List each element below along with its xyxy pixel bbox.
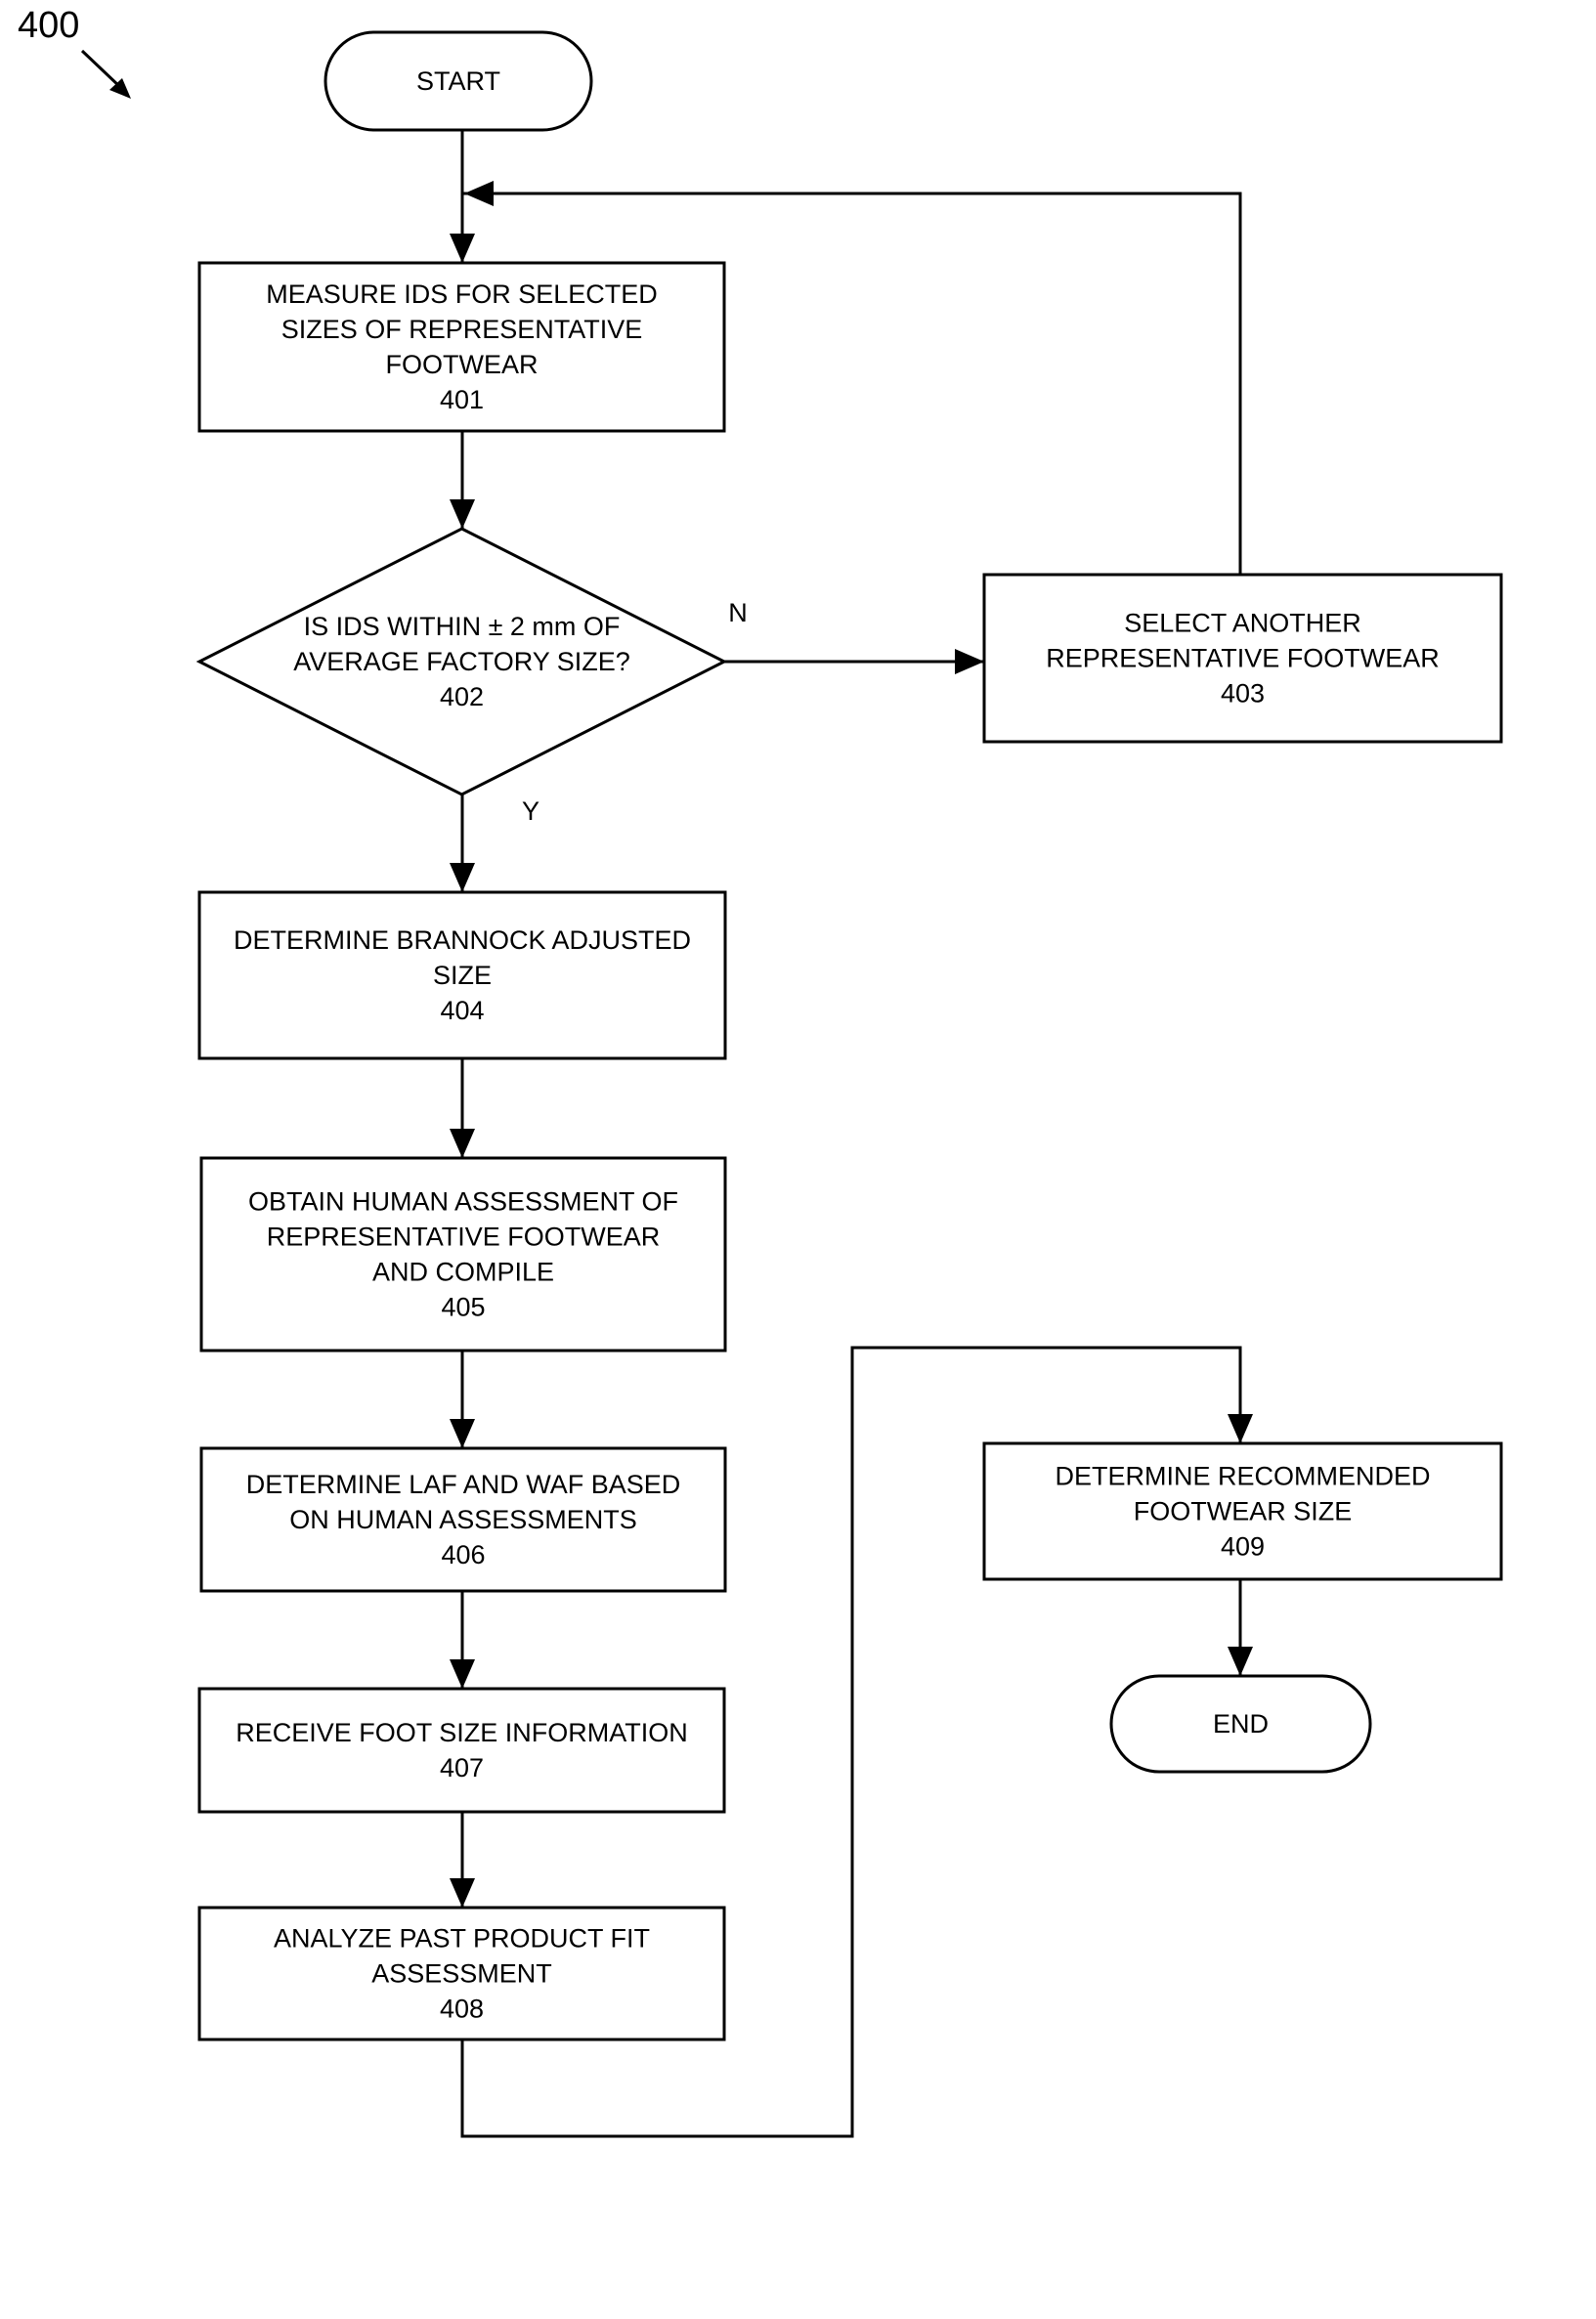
arrowhead-icon xyxy=(955,649,984,674)
node-text-line: RECEIVE FOOT SIZE INFORMATION xyxy=(236,1718,688,1747)
node-text-line: REPRESENTATIVE FOOTWEAR xyxy=(267,1223,661,1252)
node-text-line: OBTAIN HUMAN ASSESSMENT OF xyxy=(248,1187,678,1217)
node-text-line: SELECT ANOTHER xyxy=(1124,609,1361,638)
node-n405: OBTAIN HUMAN ASSESSMENT OF REPRESENTATIVE… xyxy=(199,1156,727,1353)
node-n404: DETERMINE BRANNOCK ADJUSTED SIZE 404 xyxy=(197,890,727,1060)
arrowhead-icon xyxy=(1228,1414,1253,1443)
node-text-line: ON HUMAN ASSESSMENTS xyxy=(289,1505,637,1534)
flowchart: 400 START MEASURE IDS FOR SELECTED SIZES O… xyxy=(18,5,1503,2138)
step-number: 409 xyxy=(1221,1532,1265,1562)
branch-label-yes: Y xyxy=(522,796,539,826)
step-number: 403 xyxy=(1221,679,1265,709)
node-n406: DETERMINE LAF AND WAF BASED ON HUMAN ASSE… xyxy=(199,1446,727,1593)
diagonal-arrow-icon xyxy=(80,49,131,99)
arrowhead-icon xyxy=(450,1659,475,1689)
arrowhead-icon xyxy=(450,1419,475,1448)
arrowhead-icon xyxy=(464,181,494,206)
node-text-line: SIZES OF REPRESENTATIVE xyxy=(281,315,643,344)
arrowhead-icon xyxy=(450,1878,475,1908)
node-text-line: END xyxy=(1213,1709,1269,1739)
process-shape xyxy=(197,1687,726,1814)
node-text-line: DETERMINE RECOMMENDED xyxy=(1055,1462,1430,1491)
node-text-line: ASSESSMENT xyxy=(371,1959,552,1989)
node-n401: MEASURE IDS FOR SELECTED SIZES OF REPRESE… xyxy=(197,261,726,433)
node-n409: DETERMINE RECOMMENDED FOOTWEAR SIZE 409 xyxy=(982,1441,1503,1581)
node-n408: ANALYZE PAST PRODUCT FIT ASSESSMENT 408 xyxy=(197,1906,726,2041)
step-number: 405 xyxy=(441,1293,485,1322)
node-text-line: ANALYZE PAST PRODUCT FIT xyxy=(274,1924,650,1954)
branch-label-no: N xyxy=(728,598,748,627)
step-number: 408 xyxy=(440,1995,484,2024)
arrowhead-icon xyxy=(450,863,475,892)
node-text-line: MEASURE IDS FOR SELECTED xyxy=(266,279,658,309)
node-text-line: AND COMPILE xyxy=(372,1258,554,1287)
node-n407: RECEIVE FOOT SIZE INFORMATION 407 xyxy=(197,1687,726,1814)
node-n402: IS IDS WITHIN ± 2 mm OF AVERAGE FACTORY S… xyxy=(195,527,728,796)
arrowhead-icon xyxy=(450,499,475,529)
node-text-line: FOOTWEAR xyxy=(386,350,539,379)
node-start: START xyxy=(324,30,593,132)
step-number: 406 xyxy=(441,1540,485,1569)
node-text-line: START xyxy=(416,66,500,96)
node-text-line: AVERAGE FACTORY SIZE? xyxy=(293,647,630,676)
node-n403: SELECT ANOTHER REPRESENTATIVE FOOTWEAR 403 xyxy=(982,573,1503,744)
arrowhead-icon xyxy=(1228,1647,1253,1676)
node-text-line: SIZE xyxy=(433,961,492,990)
step-number: 401 xyxy=(440,385,484,414)
step-number: 402 xyxy=(440,682,484,711)
figure-label: 400 xyxy=(18,5,79,46)
node-text-line: FOOTWEAR SIZE xyxy=(1134,1497,1353,1526)
node-end: END xyxy=(1109,1674,1372,1774)
arrowhead-icon xyxy=(450,234,475,263)
step-number: 407 xyxy=(440,1753,484,1782)
node-text-line: DETERMINE BRANNOCK ADJUSTED xyxy=(234,925,691,955)
step-number: 404 xyxy=(440,996,484,1025)
node-text-line: IS IDS WITHIN ± 2 mm OF xyxy=(304,612,621,641)
arrowhead-icon xyxy=(450,1129,475,1158)
node-text-line: REPRESENTATIVE FOOTWEAR xyxy=(1046,644,1440,673)
node-text-line: DETERMINE LAF AND WAF BASED xyxy=(246,1470,681,1499)
